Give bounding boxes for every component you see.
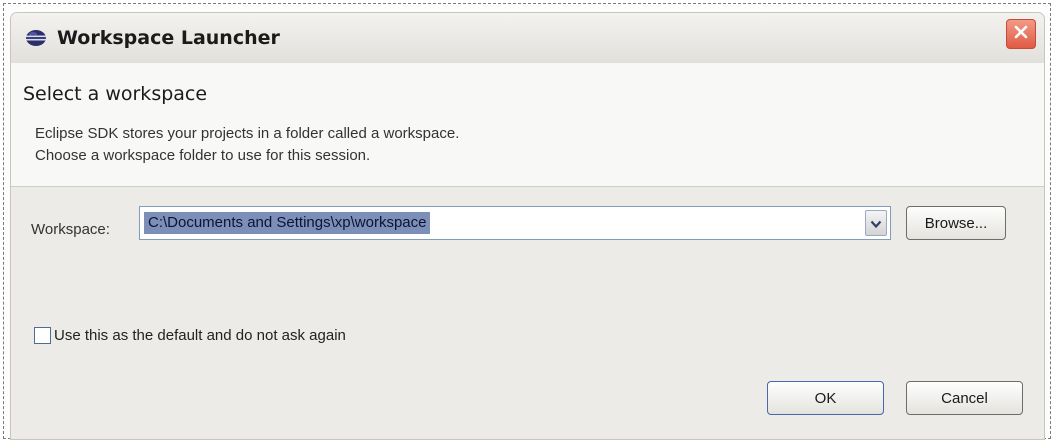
browse-button[interactable]: Browse... bbox=[906, 206, 1006, 240]
default-checkbox[interactable] bbox=[34, 327, 51, 344]
description-line: Eclipse SDK stores your projects in a fo… bbox=[35, 125, 460, 142]
workspace-combobox[interactable]: C:\Documents and Settings\xp\workspace bbox=[139, 206, 891, 240]
chevron-down-icon bbox=[870, 214, 882, 233]
close-button[interactable] bbox=[1006, 19, 1036, 49]
window-title: Workspace Launcher bbox=[57, 27, 280, 49]
workspace-path-value[interactable]: C:\Documents and Settings\xp\workspace bbox=[144, 212, 431, 234]
dialog-heading: Select a workspace bbox=[23, 83, 208, 105]
eclipse-icon bbox=[25, 29, 47, 47]
close-icon bbox=[1013, 24, 1029, 44]
workspace-launcher-dialog: Workspace Launcher Select a workspace Ec… bbox=[10, 12, 1045, 440]
cancel-button[interactable]: Cancel bbox=[906, 381, 1023, 415]
dropdown-button[interactable] bbox=[865, 210, 887, 236]
dialog-header: Select a workspace Eclipse SDK stores yo… bbox=[11, 63, 1044, 187]
default-checkbox-label[interactable]: Use this as the default and do not ask a… bbox=[54, 327, 346, 344]
ok-button[interactable]: OK bbox=[767, 381, 884, 415]
dialog-description: Eclipse SDK stores your projects in a fo… bbox=[35, 123, 459, 167]
workspace-label: Workspace: bbox=[31, 221, 110, 238]
description-line: Choose a workspace folder to use for thi… bbox=[35, 147, 371, 164]
title-bar[interactable]: Workspace Launcher bbox=[11, 13, 1044, 64]
